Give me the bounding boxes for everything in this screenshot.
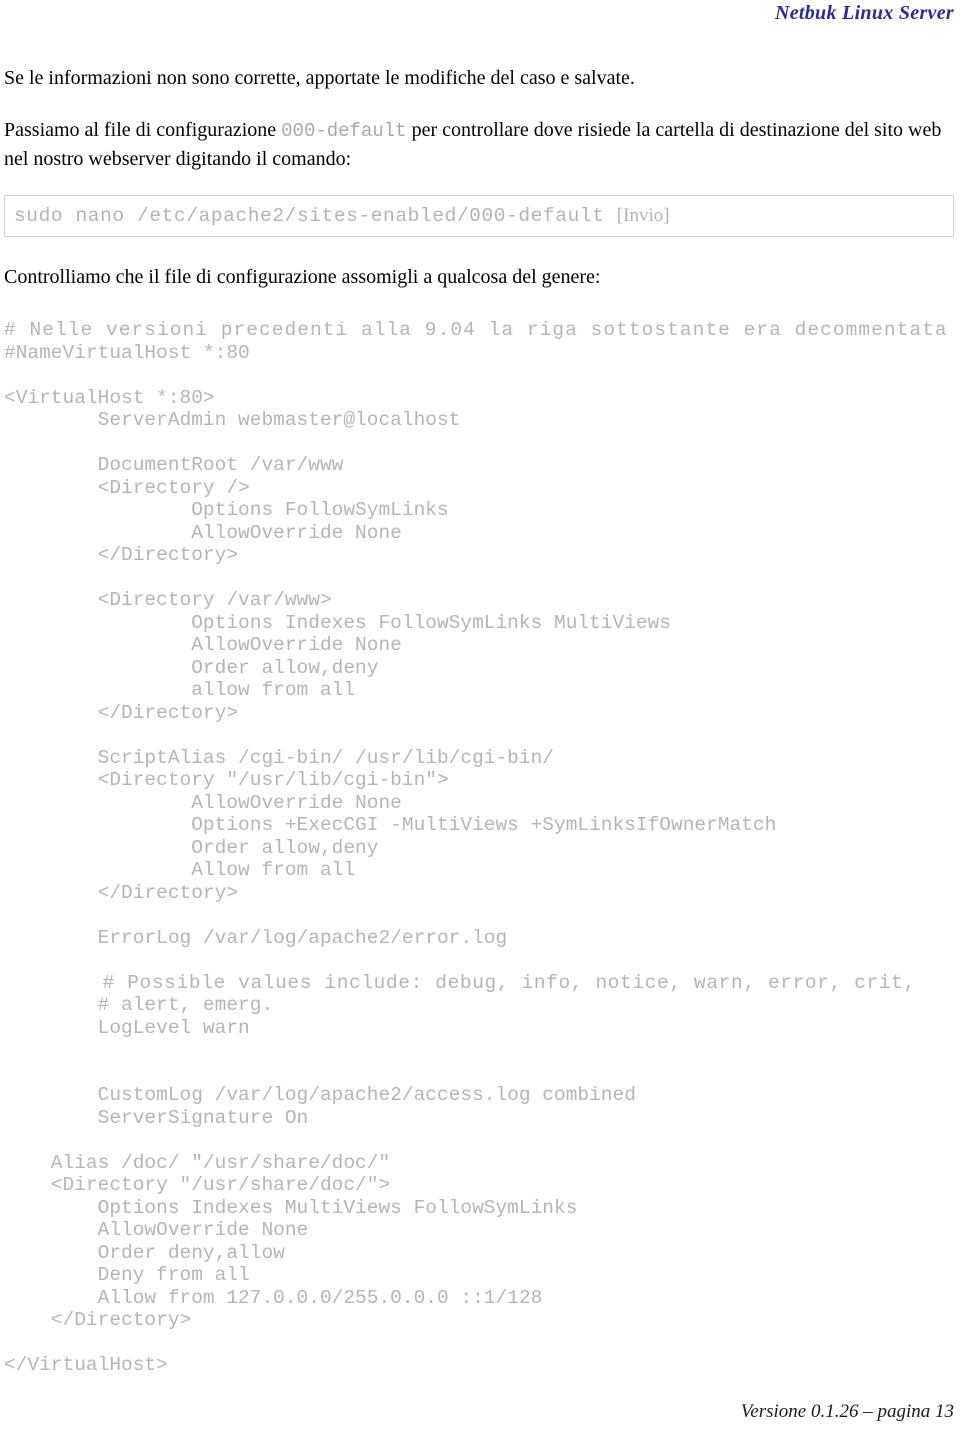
page-footer: Versione 0.1.26 – pagina 13	[740, 1401, 954, 1422]
config-line: ServerAdmin webmaster@localhost	[4, 409, 461, 431]
config-line: </Directory>	[4, 701, 239, 724]
config-line	[4, 724, 956, 747]
config-line	[4, 432, 956, 455]
config-line: Order allow,deny	[4, 656, 379, 679]
apache-config-listing: # Nelle versioni precedenti alla 9.04 la…	[4, 319, 956, 1377]
config-line: LogLevel warn	[4, 1016, 250, 1039]
config-line: AllowOverride None	[4, 1219, 309, 1241]
config-line: </Directory>	[4, 544, 239, 566]
config-line: <Directory "/usr/lib/cgi-bin">	[4, 769, 449, 791]
config-line: <Directory /var/www>	[4, 589, 332, 611]
config-line: #NameVirtualHost *:80	[4, 341, 250, 364]
config-line: # Possible values include: debug, info, …	[4, 971, 916, 994]
document-content: Se le informazioni non sono corrette, ap…	[4, 64, 956, 1396]
config-line: # Nelle versioni precedenti alla 9.04 la…	[4, 319, 948, 341]
config-line	[4, 364, 956, 387]
config-line: </VirtualHost>	[4, 1354, 168, 1376]
config-line: AllowOverride None	[4, 791, 402, 814]
config-line: Alias /doc/ "/usr/share/doc/"	[4, 1151, 391, 1174]
config-line: Order allow,deny	[4, 836, 379, 859]
intro-text: Se le informazioni non sono corrette, ap…	[4, 67, 635, 89]
config-line	[4, 1062, 956, 1085]
config-line: Deny from all	[4, 1264, 250, 1286]
config-line: DocumentRoot /var/www	[4, 454, 344, 476]
config-line: </Directory>	[4, 1309, 192, 1331]
config-line: AllowOverride None	[4, 634, 402, 656]
enter-key-hint: [Invio]	[616, 205, 670, 226]
config-line: Options Indexes FollowSymLinks MultiView…	[4, 611, 672, 634]
command-input-box[interactable]: sudo nano /etc/apache2/sites-enabled/000…	[4, 195, 954, 237]
instruction-text-before: Passiamo al file di configurazione	[4, 119, 282, 141]
intro-paragraph: Se le informazioni non sono corrette, ap…	[4, 64, 956, 92]
config-line: allow from all	[4, 679, 356, 701]
config-line: Allow from 127.0.0.0/255.0.0.0 ::1/128	[4, 1286, 543, 1309]
page-header-title: Netbuk Linux Server	[774, 2, 954, 24]
config-line	[4, 567, 956, 590]
config-line: <Directory "/usr/share/doc/">	[4, 1174, 391, 1196]
config-line: Options +ExecCGI -MultiViews +SymLinksIf…	[4, 814, 777, 836]
config-line: ScriptAlias /cgi-bin/ /usr/lib/cgi-bin/	[4, 746, 554, 769]
config-line: <VirtualHost *:80>	[4, 386, 215, 409]
config-line: AllowOverride None	[4, 521, 402, 544]
command-text: sudo nano /etc/apache2/sites-enabled/000…	[14, 205, 617, 227]
document-page: Netbuk Linux Server Se le informazioni n…	[0, 0, 960, 1437]
check-config-paragraph: Controlliamo che il file di configurazio…	[4, 266, 601, 288]
config-line: Order deny,allow	[4, 1241, 285, 1264]
config-line: CustomLog /var/log/apache2/access.log co…	[4, 1084, 636, 1106]
config-line	[4, 904, 956, 927]
config-line	[4, 949, 956, 972]
config-line: ServerSignature On	[4, 1106, 309, 1129]
config-file-name: 000-default	[281, 120, 407, 142]
config-line	[4, 1129, 956, 1152]
config-line: <Directory />	[4, 476, 250, 499]
config-line	[4, 1039, 956, 1062]
config-line: Options FollowSymLinks	[4, 499, 449, 521]
config-line: ErrorLog /var/log/apache2/error.log	[4, 926, 508, 949]
config-line: # alert, emerg.	[4, 994, 274, 1016]
config-line: </Directory>	[4, 881, 239, 904]
config-line	[4, 1332, 956, 1355]
config-line: Options Indexes MultiViews FollowSymLink…	[4, 1196, 578, 1219]
config-line: Allow from all	[4, 859, 356, 881]
instruction-paragraph: Passiamo al file di configurazione 000-d…	[4, 116, 956, 173]
